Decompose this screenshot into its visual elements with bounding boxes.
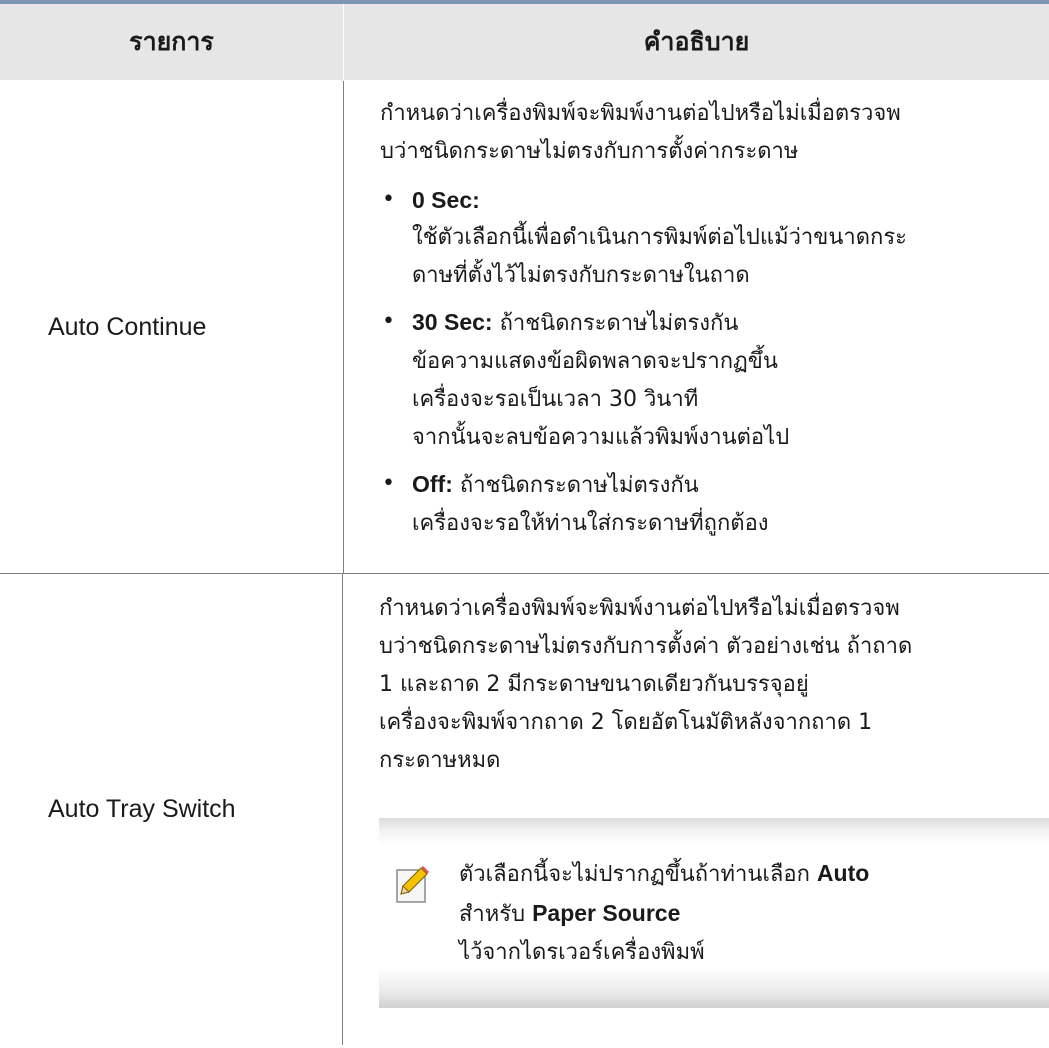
table-row: Auto Tray Switch กำหนดว่าเครื่องพิมพ์จะพ… [0,574,1049,1045]
note-part1: ตัวเลือกนี้จะไม่ปรากฏขึ้นถ้าท่านเลือก [459,862,810,887]
header-description: คำอธิบาย [343,4,1049,80]
option-label: 30 Sec: [412,309,493,335]
note-keyword-auto: Auto [816,860,870,886]
note-box: ตัวเลือกนี้จะไม่ปรากฏขึ้นถ้าท่านเลือก Au… [379,818,1049,1008]
intro-line: กำหนดว่าเครื่องพิมพ์จะพิมพ์งานต่อไปหรือไ… [379,596,900,621]
option-first-line: ถ้าชนิดกระดาษไม่ตรงกัน [459,473,699,498]
intro-paragraph: กำหนดว่าเครื่องพิมพ์จะพิมพ์งานต่อไปหรือไ… [379,590,1049,780]
intro-line: กำหนดว่าเครื่องพิมพ์จะพิมพ์งานต่อไปหรือไ… [380,101,901,126]
row-description-auto-continue: กำหนดว่าเครื่องพิมพ์จะพิมพ์งานต่อไปหรือไ… [343,81,1049,573]
bullet-icon: • [382,187,395,212]
option-line: ใช้ตัวเลือกนี้เพื่อดำเนินการพิมพ์ต่อไปแม… [412,225,907,250]
row-name-auto-continue: Auto Continue [48,312,207,341]
intro-line: กระดาษหมด [379,748,501,773]
list-item: • 0 Sec: ใช้ตัวเลือกนี้เพื่อดำเนินการพิม… [380,181,1049,295]
list-item: • 30 Sec: ถ้าชนิดกระดาษไม่ตรงกัน ข้อความ… [380,303,1049,457]
intro-line: เครื่องจะพิมพ์จากถาด 2 โดยอัตโนมัติหลังจ… [379,710,873,735]
note-keyword-paper-source: Paper Source [532,900,681,926]
option-list: • 0 Sec: ใช้ตัวเลือกนี้เพื่อดำเนินการพิม… [380,181,1049,543]
bullet-icon: • [382,471,395,496]
table-header: รายการ คำอธิบาย [0,4,1049,81]
note-text: ตัวเลือกนี้จะไม่ปรากฏขึ้นถ้าท่านเลือก Au… [459,854,1029,972]
list-item: • Off: ถ้าชนิดกระดาษไม่ตรงกัน เครื่องจะร… [380,465,1049,543]
option-line: เครื่องจะรอให้ท่านใส่กระดาษที่ถูกต้อง [412,511,769,536]
settings-table: รายการ คำอธิบาย Auto Continue กำหนดว่าเค… [0,4,1049,1045]
intro-line: บว่าชนิดกระดาษไม่ตรงกับการตั้งค่า ตัวอย่… [379,634,913,659]
option-line: จากนั้นจะลบข้อความแล้วพิมพ์งานต่อไป [412,425,790,450]
option-line: เครื่องจะรอเป็นเวลา 30 วินาที [412,387,699,412]
bullet-icon: • [382,309,395,334]
note-part2: สำหรับ [459,902,526,927]
header-item: รายการ [129,27,214,56]
note-pencil-icon [396,866,429,903]
option-label: 0 Sec: [412,187,480,213]
note-part3: ไว้จากไดรเวอร์เครื่องพิมพ์ [459,940,705,965]
intro-line: 1 และถาด 2 มีกระดาษขนาดเดียวกันบรรจุอยู่ [379,672,809,697]
row-name-auto-tray-switch: Auto Tray Switch [48,795,236,823]
option-line: ข้อความแสดงข้อผิดพลาดจะปรากฏขึ้น [412,349,778,374]
option-first-line: ถ้าชนิดกระดาษไม่ตรงกัน [499,311,739,336]
option-label: Off: [412,471,453,497]
intro-paragraph: กำหนดว่าเครื่องพิมพ์จะพิมพ์งานต่อไปหรือไ… [380,95,1049,171]
row-description-auto-tray-switch: กำหนดว่าเครื่องพิมพ์จะพิมพ์งานต่อไปหรือไ… [342,574,1049,1045]
intro-line: บว่าชนิดกระดาษไม่ตรงกับการตั้งค่ากระดาษ [380,139,799,164]
option-line: ดาษที่ตั้งไว้ไม่ตรงกับกระดาษในถาด [412,263,750,288]
table-row: Auto Continue กำหนดว่าเครื่องพิมพ์จะพิมพ… [0,81,1049,574]
